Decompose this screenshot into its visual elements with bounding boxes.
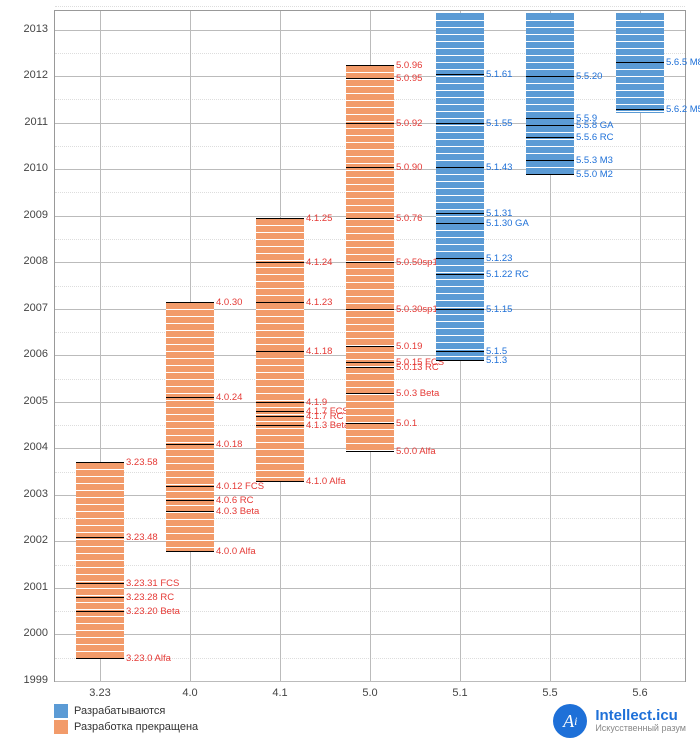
release-label: 5.0.90 [396, 162, 422, 173]
y-tick: 1999 [0, 674, 48, 686]
y-tick: 2013 [0, 23, 48, 35]
release-label: 4.0.30 [216, 297, 242, 308]
watermark: Ai Intellect.icu Искусственный разум [553, 704, 686, 738]
release-label: 5.0.96 [396, 60, 422, 71]
y-tick: 2012 [0, 69, 48, 81]
release-label: 3.23.31 FCS [126, 578, 179, 589]
release-label: 5.1.22 RC [486, 269, 529, 280]
y-tick: 2001 [0, 581, 48, 593]
version-timeline-chart: 3.23 3.23.0 Alfa 3.23.20 Beta 3.23.28 RC 3.2… [0, 0, 700, 750]
y-tick: 2002 [0, 534, 48, 546]
release-label: 4.0.18 [216, 439, 242, 450]
x-tick: 5.5 [542, 687, 557, 699]
release-label: 4.1.23 [306, 297, 332, 308]
y-tick: 2008 [0, 255, 48, 267]
version-bar-5.5 [526, 13, 574, 174]
release-label: 5.1.31 [486, 208, 512, 219]
release-label: 4.1.9 [306, 397, 327, 408]
release-label: 5.5.9 [576, 113, 597, 124]
release-label: 3.23.58 [126, 457, 158, 468]
y-tick: 2003 [0, 488, 48, 500]
release-label: 3.23.48 [126, 532, 158, 543]
release-label: 5.6.5 M8 [666, 57, 700, 68]
release-label: 5.0.95 [396, 73, 422, 84]
release-label: 5.0.76 [396, 213, 422, 224]
release-label: 5.1.61 [486, 69, 512, 80]
release-label: 4.0.3 Beta [216, 506, 259, 517]
version-bar-5.1 [436, 13, 484, 360]
legend-swatch-dev [54, 704, 68, 718]
release-label: 5.0.30sp1 [396, 304, 438, 315]
brand-logo: Ai [553, 704, 587, 738]
release-label: 5.0.19 [396, 341, 422, 352]
x-tick: 4.1 [272, 687, 287, 699]
brand-tag: Искусственный разум [595, 724, 686, 734]
y-tick: 2011 [0, 116, 48, 128]
release-label: 5.1.5 [486, 346, 507, 357]
version-bar-4.1 [256, 218, 304, 481]
release-label: 4.0.0 Alfa [216, 546, 256, 557]
release-label: 4.0.12 FCS [216, 481, 264, 492]
legend-label-dev: Разрабатываются [74, 705, 165, 717]
y-tick: 2005 [0, 395, 48, 407]
release-label: 5.5.3 M3 [576, 155, 613, 166]
release-label: 5.1.55 [486, 118, 512, 129]
release-label: 5.1.23 [486, 253, 512, 264]
release-label: 4.1.25 [306, 213, 332, 224]
version-bar-3.23 [76, 462, 124, 657]
release-label: 5.0.1 [396, 418, 417, 429]
release-label: 5.5.0 M2 [576, 169, 613, 180]
release-label: 5.0.92 [396, 118, 422, 129]
release-label: 3.23.20 Beta [126, 606, 180, 617]
x-tick: 5.1 [452, 687, 467, 699]
release-label: 5.5.20 [576, 71, 602, 82]
release-label: 5.0.3 Beta [396, 388, 439, 399]
y-tick: 2006 [0, 348, 48, 360]
legend: Разрабатываются Разработка прекращена [54, 702, 198, 736]
release-label: 4.1.24 [306, 257, 332, 268]
x-tick: 3.23 [89, 687, 110, 699]
y-tick: 2007 [0, 302, 48, 314]
version-bar-5.0 [346, 65, 394, 451]
release-label: 5.1.15 [486, 304, 512, 315]
release-label: 4.0.6 RC [216, 495, 254, 506]
release-label: 5.0.0 Alfa [396, 446, 436, 457]
version-bar-4.0 [166, 302, 214, 551]
y-tick: 2000 [0, 627, 48, 639]
release-label: 3.23.28 RC [126, 592, 174, 603]
y-tick: 2009 [0, 209, 48, 221]
plot-area: 3.233.23.0 Alfa3.23.20 Beta3.23.28 RC3.2… [54, 10, 686, 682]
brand-name: Intellect.icu [595, 708, 686, 725]
release-label: 5.5.6 RC [576, 132, 614, 143]
version-bar-5.6 [616, 13, 664, 113]
release-label: 5.6.2 M5 [666, 104, 700, 115]
release-label: 4.1.0 Alfa [306, 476, 346, 487]
y-tick: 2010 [0, 162, 48, 174]
y-tick: 2004 [0, 441, 48, 453]
legend-swatch-stop [54, 720, 68, 734]
release-label: 4.1.18 [306, 346, 332, 357]
x-tick: 5.0 [362, 687, 377, 699]
legend-label-stop: Разработка прекращена [74, 721, 198, 733]
release-label: 3.23.0 Alfa [126, 653, 171, 664]
x-tick: 5.6 [632, 687, 647, 699]
release-label: 5.1.43 [486, 162, 512, 173]
x-tick: 4.0 [182, 687, 197, 699]
release-label: 4.0.24 [216, 392, 242, 403]
